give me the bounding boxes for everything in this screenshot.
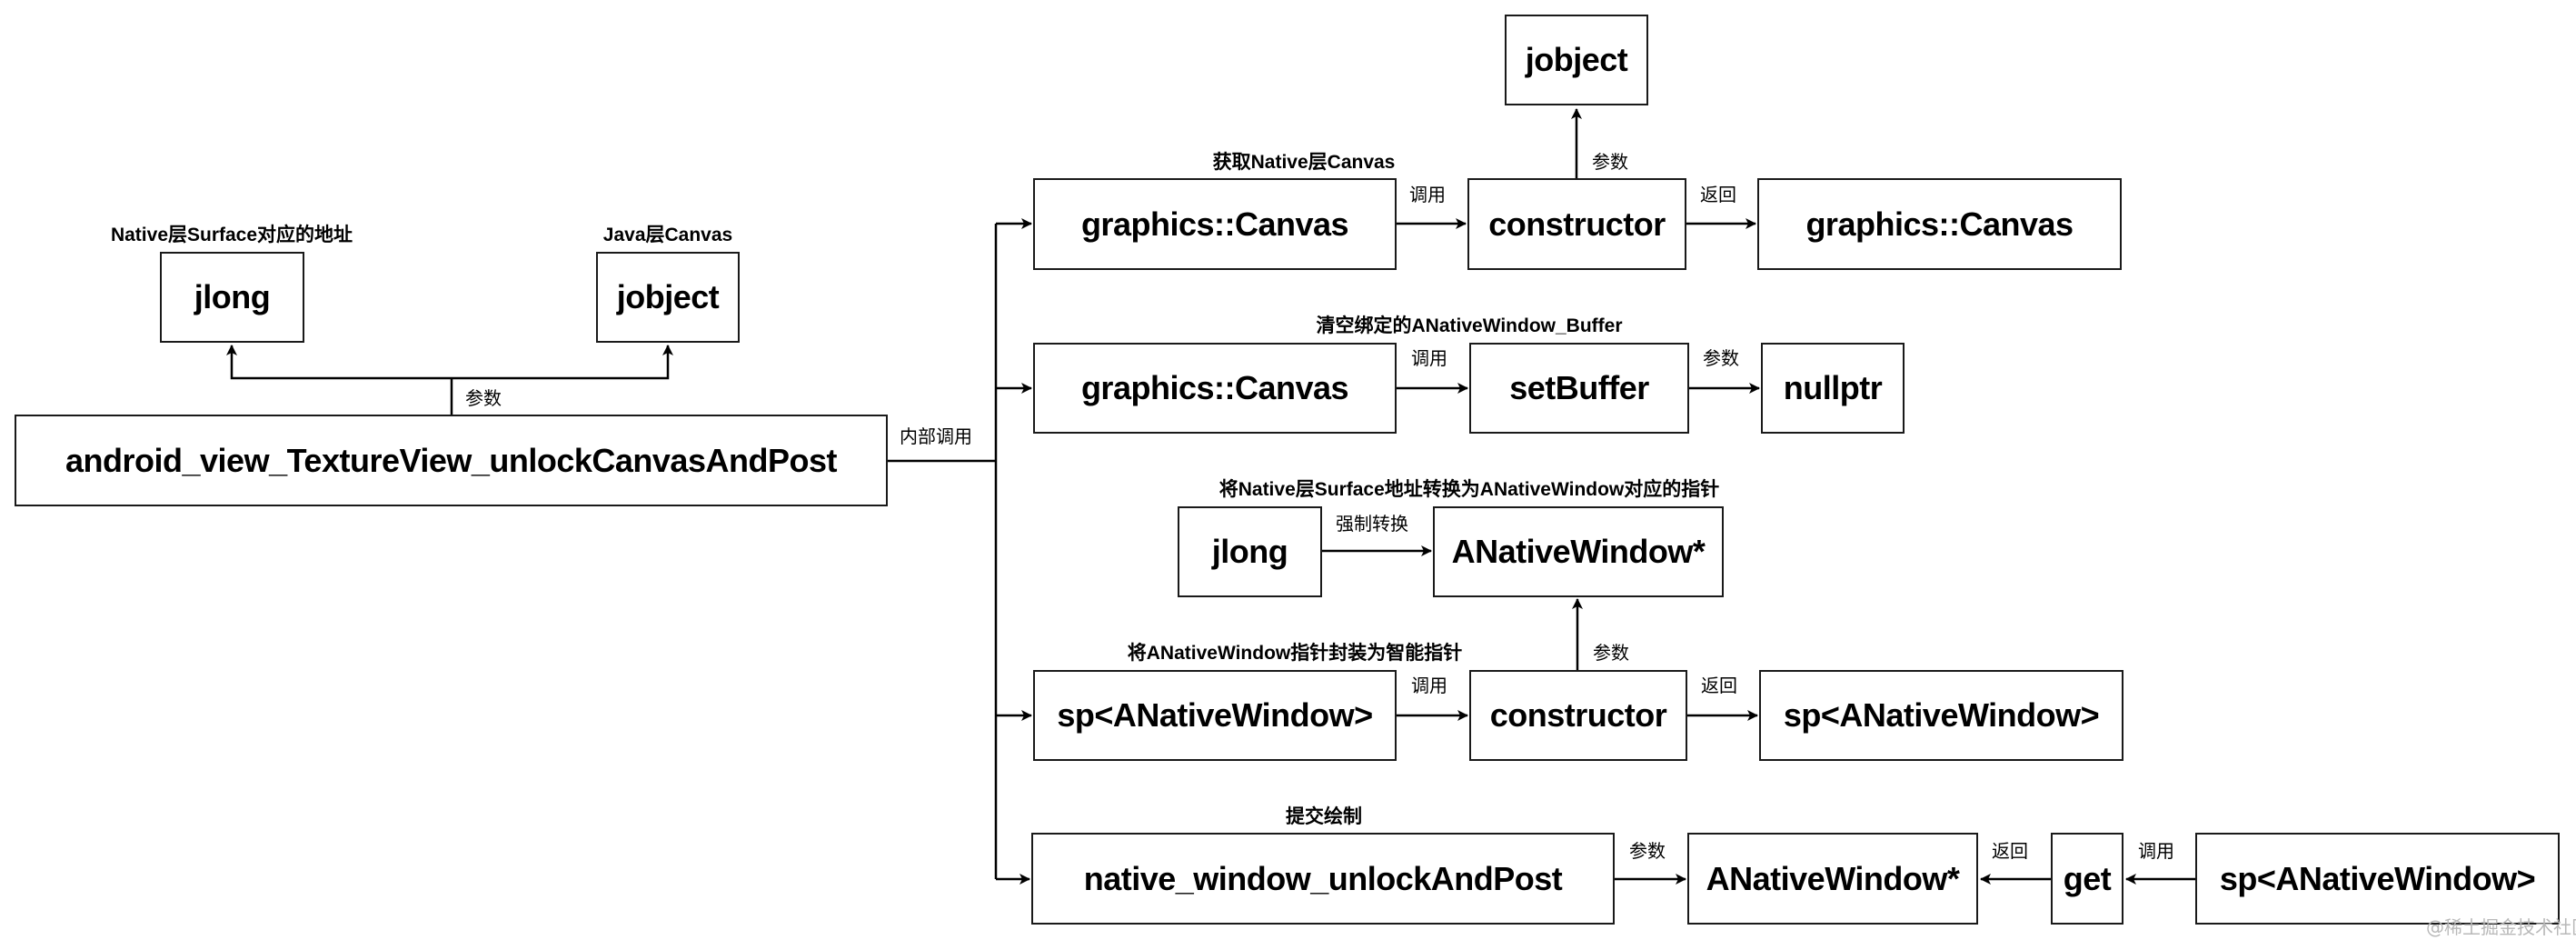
edge-main-to-jobject: [452, 345, 673, 380]
title-row1: 获取Native层Canvas: [1212, 152, 1396, 173]
edge-label-r5-call: 调用: [2138, 840, 2174, 862]
edge-label-r4-param: 参数: [1593, 642, 1629, 664]
node-r3-anativewindow[interactable]: ANativeWindow*: [1433, 506, 1724, 597]
node-main-function[interactable]: android_view_TextureView_unlockCanvasAnd…: [15, 415, 888, 506]
node-r1-jobject[interactable]: jobject: [1505, 15, 1648, 105]
edge-label-r4-call: 调用: [1411, 675, 1447, 696]
edge-label-main-params: 参数: [465, 387, 502, 409]
edge-label-r4-return: 返回: [1701, 675, 1737, 696]
edge-label-r2-call: 调用: [1411, 347, 1447, 369]
edge-label-internal-call: 内部调用: [900, 425, 972, 447]
node-r1-canvas[interactable]: graphics::Canvas: [1033, 178, 1397, 270]
title-java-canvas: Java层Canvas: [602, 225, 733, 245]
edge-main-to-jlong: [226, 345, 452, 380]
node-jobject-param[interactable]: jobject: [596, 252, 740, 343]
node-r5-anativewindow[interactable]: ANativeWindow*: [1687, 833, 1978, 925]
node-r5-get[interactable]: get: [2051, 833, 2123, 925]
edge-label-r5-param: 参数: [1629, 840, 1666, 862]
title-row3: 将Native层Surface地址转换为ANativeWindow对应的指针: [1218, 479, 1720, 500]
edge-label-r5-return: 返回: [1992, 840, 2028, 862]
watermark: @稀土掘金技术社区: [2426, 916, 2576, 938]
edge-label-r1-call: 调用: [1409, 184, 1446, 205]
title-row4: 将ANativeWindow指针封装为智能指针: [1127, 643, 1463, 664]
title-native-surface-address: Native层Surface对应的地址: [110, 225, 353, 245]
node-r5-unlock-and-post[interactable]: native_window_unlockAndPost: [1031, 833, 1615, 925]
flow-diagram: Native层Surface对应的地址 Java层Canvas jlong jo…: [0, 0, 2576, 940]
node-r3-jlong[interactable]: jlong: [1178, 506, 1322, 597]
node-jlong-param[interactable]: jlong: [160, 252, 304, 343]
edge-label-r1-param: 参数: [1592, 151, 1628, 173]
edge-label-r1-return: 返回: [1700, 184, 1736, 205]
edge-label-r3-cast: 强制转换: [1336, 513, 1408, 535]
edge-label-r2-param: 参数: [1703, 347, 1739, 369]
node-r4-constructor[interactable]: constructor: [1469, 670, 1687, 761]
title-row2: 清空绑定的ANativeWindow_Buffer: [1316, 315, 1623, 336]
node-r2-canvas[interactable]: graphics::Canvas: [1033, 343, 1397, 434]
node-r2-setbuffer[interactable]: setBuffer: [1469, 343, 1689, 434]
node-r5-sp[interactable]: sp<ANativeWindow>: [2195, 833, 2560, 925]
node-r1-constructor[interactable]: constructor: [1467, 178, 1686, 270]
title-row5: 提交绘制: [1286, 806, 1362, 827]
node-r4-sp[interactable]: sp<ANativeWindow>: [1033, 670, 1397, 761]
node-r1-result-canvas[interactable]: graphics::Canvas: [1757, 178, 2122, 270]
node-r2-nullptr[interactable]: nullptr: [1761, 343, 1905, 434]
node-r4-result-sp[interactable]: sp<ANativeWindow>: [1759, 670, 2123, 761]
